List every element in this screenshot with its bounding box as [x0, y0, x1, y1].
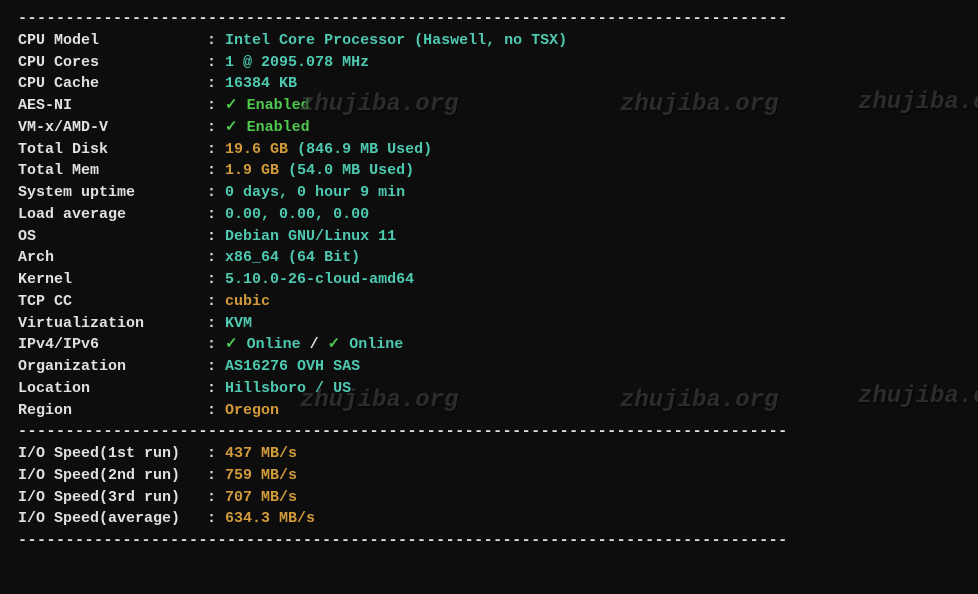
sep: / [301, 334, 328, 356]
value-ipv6: Online [349, 334, 403, 356]
row-arch: Arch :x86_64 (64 Bit) [18, 247, 960, 269]
label: Kernel [18, 269, 207, 291]
value: Oregon [225, 400, 279, 422]
label: OS [18, 226, 207, 248]
value: Enabled [247, 95, 310, 117]
row-io-3: I/O Speed(3rd run) :707 MB/s [18, 487, 960, 509]
divider: ----------------------------------------… [18, 530, 960, 552]
row-tcpcc: TCP CC :cubic [18, 291, 960, 313]
row-location: Location :Hillsboro / US [18, 378, 960, 400]
row-aes-ni: AES-NI :✓ Enabled [18, 95, 960, 117]
row-cpu-cache: CPU Cache :16384 KB [18, 73, 960, 95]
value: KVM [225, 313, 252, 335]
row-kernel: Kernel :5.10.0-26-cloud-amd64 [18, 269, 960, 291]
value: 1 @ 2095.078 MHz [225, 52, 369, 74]
value: 5.10.0-26-cloud-amd64 [225, 269, 414, 291]
row-io-1: I/O Speed(1st run) :437 MB/s [18, 443, 960, 465]
label: I/O Speed(3rd run) [18, 487, 207, 509]
label: AES-NI [18, 95, 207, 117]
label: CPU Cores [18, 52, 207, 74]
row-uptime: System uptime :0 days, 0 hour 9 min [18, 182, 960, 204]
used: (54.0 MB Used) [279, 160, 414, 182]
value: 759 MB/s [225, 465, 297, 487]
label: Load average [18, 204, 207, 226]
value: 1.9 GB [225, 160, 279, 182]
value: Enabled [247, 117, 310, 139]
label: IPv4/IPv6 [18, 334, 207, 356]
value: Intel Core Processor (Haswell, no TSX) [225, 30, 567, 52]
value: Debian GNU/Linux 11 [225, 226, 396, 248]
value-ipv4: Online [247, 334, 301, 356]
label: Total Mem [18, 160, 207, 182]
value: 0.00, 0.00, 0.00 [225, 204, 369, 226]
label: I/O Speed(average) [18, 508, 207, 530]
label: I/O Speed(1st run) [18, 443, 207, 465]
label: System uptime [18, 182, 207, 204]
value: Hillsboro / US [225, 378, 351, 400]
value: 0 days, 0 hour 9 min [225, 182, 405, 204]
check-icon: ✓ [225, 117, 247, 139]
divider: ----------------------------------------… [18, 8, 960, 30]
label: CPU Cache [18, 73, 207, 95]
label: VM-x/AMD-V [18, 117, 207, 139]
label: CPU Model [18, 30, 207, 52]
value: cubic [225, 291, 270, 313]
value: 19.6 GB [225, 139, 288, 161]
label: Total Disk [18, 139, 207, 161]
value: x86_64 (64 Bit) [225, 247, 360, 269]
check-icon: ✓ [225, 95, 247, 117]
check-icon: ✓ [225, 334, 247, 356]
row-virt: Virtualization :KVM [18, 313, 960, 335]
row-cpu-cores: CPU Cores :1 @ 2095.078 MHz [18, 52, 960, 74]
row-org: Organization :AS16276 OVH SAS [18, 356, 960, 378]
label: Arch [18, 247, 207, 269]
label: Virtualization [18, 313, 207, 335]
check-icon: ✓ [328, 334, 350, 356]
used: (846.9 MB Used) [288, 139, 432, 161]
row-region: Region :Oregon [18, 400, 960, 422]
row-total-disk: Total Disk :19.6 GB (846.9 MB Used) [18, 139, 960, 161]
divider: ----------------------------------------… [18, 421, 960, 443]
label: Region [18, 400, 207, 422]
label: Organization [18, 356, 207, 378]
label: TCP CC [18, 291, 207, 313]
row-io-2: I/O Speed(2nd run) :759 MB/s [18, 465, 960, 487]
value: 437 MB/s [225, 443, 297, 465]
value: 707 MB/s [225, 487, 297, 509]
row-loadavg: Load average :0.00, 0.00, 0.00 [18, 204, 960, 226]
row-cpu-model: CPU Model :Intel Core Processor (Haswell… [18, 30, 960, 52]
value: 16384 KB [225, 73, 297, 95]
value: 634.3 MB/s [225, 508, 315, 530]
row-ipv: IPv4/IPv6 :✓ Online / ✓ Online [18, 334, 960, 356]
row-vmx: VM-x/AMD-V :✓ Enabled [18, 117, 960, 139]
label: Location [18, 378, 207, 400]
row-total-mem: Total Mem :1.9 GB (54.0 MB Used) [18, 160, 960, 182]
row-io-avg: I/O Speed(average) :634.3 MB/s [18, 508, 960, 530]
label: I/O Speed(2nd run) [18, 465, 207, 487]
row-os: OS :Debian GNU/Linux 11 [18, 226, 960, 248]
value: AS16276 OVH SAS [225, 356, 360, 378]
